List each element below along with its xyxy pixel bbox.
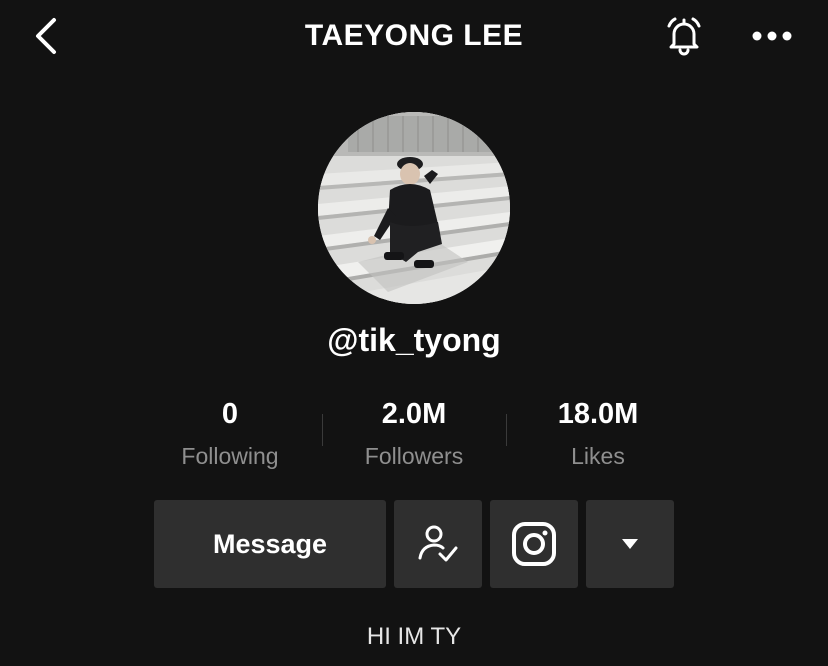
back-button[interactable] <box>24 14 68 58</box>
username: @tik_tyong <box>327 322 501 358</box>
stat-following[interactable]: 0 Following <box>138 392 322 472</box>
following-status-button[interactable] <box>394 500 482 588</box>
stat-likes[interactable]: 18.0M Likes <box>506 392 690 472</box>
suggested-accounts-dropdown-button[interactable] <box>586 500 674 588</box>
caret-down-icon <box>622 539 638 549</box>
stat-label: Likes <box>571 443 625 469</box>
profile-bio: HI IM TY <box>366 623 462 650</box>
instagram-button[interactable] <box>490 500 578 588</box>
ellipsis-icon <box>752 31 792 41</box>
instagram-icon <box>512 522 556 566</box>
stat-value: 0 <box>221 398 239 430</box>
more-options-button[interactable] <box>746 12 798 60</box>
bell-icon <box>667 17 701 56</box>
user-check-icon <box>418 525 458 562</box>
stat-label: Following <box>181 443 279 469</box>
avatar[interactable] <box>318 112 510 304</box>
stat-value: 18.0M <box>557 398 639 430</box>
chevron-left-icon <box>36 18 56 54</box>
message-button[interactable]: Message <box>154 500 386 588</box>
stat-label: Followers <box>364 443 464 469</box>
notification-bell-button[interactable] <box>658 10 710 62</box>
top-bar: TAEYONG LEE <box>0 0 828 72</box>
stat-value: 2.0M <box>381 398 447 430</box>
stat-followers[interactable]: 2.0M Followers <box>322 392 506 472</box>
profile-photo <box>318 112 510 304</box>
